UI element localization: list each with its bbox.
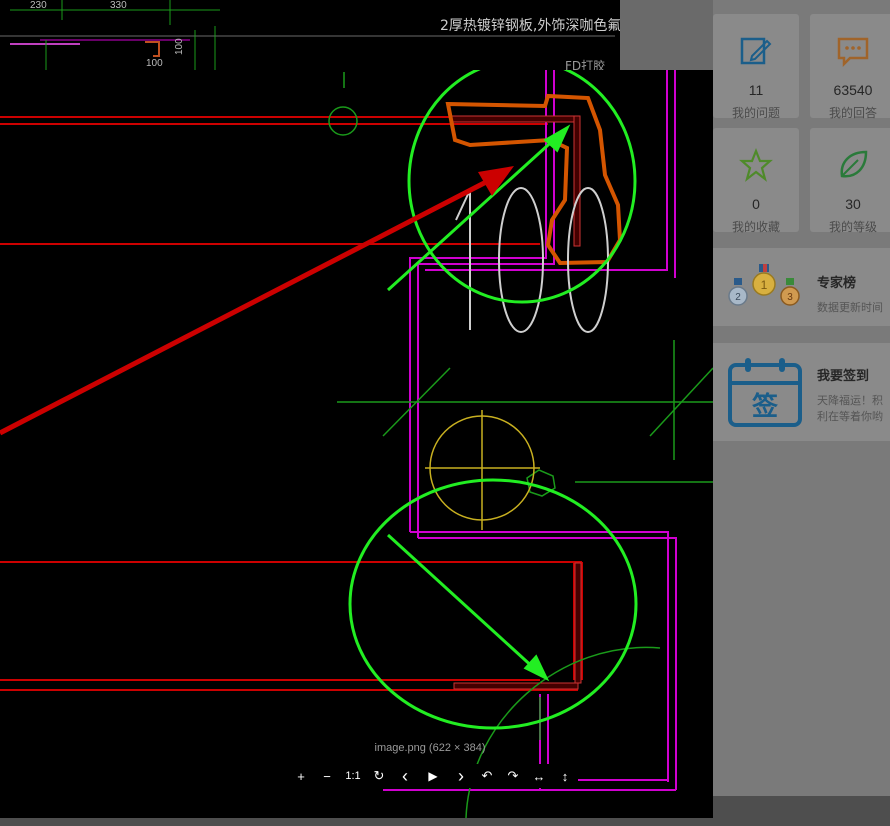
dim-label-330: 330 — [110, 0, 127, 11]
cad-drawing-strip: 230 330 100 100 2厚热镀锌钢板,外饰深咖色氟碳漆 FD打胶 — [0, 0, 620, 70]
image-caption: image.png (622 × 384) — [374, 742, 486, 754]
dim-label-230: 230 — [30, 0, 47, 11]
leaf-icon — [840, 150, 868, 178]
viewer-toolbar: + − 1:1 ↻ ‹ ▶ › ↶ ↷ ↔ ↕ — [288, 764, 578, 788]
medals-icon: 1 2 3 — [728, 264, 800, 306]
stat-card-answers[interactable]: 63540 我的回答 — [810, 14, 890, 120]
zoom-out-button[interactable]: − — [314, 764, 340, 788]
next-button[interactable]: › — [448, 764, 474, 788]
star-icon — [739, 148, 773, 182]
signin-badge: 签 — [752, 391, 779, 422]
stat-label: 我的问题 — [731, 106, 780, 120]
stat-label: 我的等级 — [828, 220, 877, 234]
stat-number: 30 — [845, 196, 861, 212]
rotate-left-button[interactable]: ↶ — [474, 764, 500, 788]
actual-size-button[interactable]: 1:1 — [340, 764, 366, 788]
chat-icon — [837, 37, 869, 68]
signin-subtitle-1: 天降福运！积 — [817, 395, 883, 407]
flip-horizontal-button[interactable]: ↔ — [526, 764, 552, 788]
experts-panel[interactable]: 1 2 3 专家榜 数据更新时间 — [713, 248, 890, 326]
stat-card-questions[interactable]: 11 我的问题 — [713, 14, 799, 120]
signin-panel[interactable]: 签 我要签到 天降福运！积 利在等着你哟 — [713, 343, 890, 441]
stat-label: 我的收藏 — [731, 220, 780, 234]
experts-title: 专家榜 — [817, 275, 857, 290]
cad-image — [0, 70, 713, 818]
dim-label-100-a: 100 — [146, 58, 163, 69]
drawing-note: 2厚热镀锌钢板,外饰深咖色氟碳漆 — [440, 17, 620, 34]
svg-text:1: 1 — [761, 278, 768, 292]
rotate-button[interactable]: ↻ — [366, 764, 392, 788]
signin-subtitle-2: 利在等着你哟 — [817, 411, 883, 423]
previous-button[interactable]: ‹ — [392, 764, 418, 788]
stat-card-level[interactable]: 30 我的等级 — [810, 128, 890, 234]
stat-number: 11 — [748, 82, 764, 98]
zoom-in-button[interactable]: + — [288, 764, 314, 788]
signin-title: 我要签到 — [817, 368, 870, 383]
stat-number: 63540 — [833, 82, 873, 98]
drawing-note-2: FD打胶 — [565, 58, 605, 70]
stat-label: 我的回答 — [828, 106, 877, 120]
flip-vertical-button[interactable]: ↕ — [552, 764, 578, 788]
rotate-right-button[interactable]: ↷ — [500, 764, 526, 788]
calendar-icon: 签 — [728, 358, 802, 427]
play-button[interactable]: ▶ — [418, 764, 448, 788]
dim-label-100-b: 100 — [174, 38, 185, 55]
stat-number: 0 — [752, 196, 760, 212]
stat-card-favorites[interactable]: 0 我的收藏 — [713, 128, 799, 234]
image-viewer[interactable] — [0, 70, 713, 818]
experts-subtitle: 数据更新时间 — [817, 302, 883, 314]
edit-icon — [740, 37, 772, 65]
svg-text:2: 2 — [735, 292, 741, 303]
svg-text:3: 3 — [787, 292, 793, 303]
